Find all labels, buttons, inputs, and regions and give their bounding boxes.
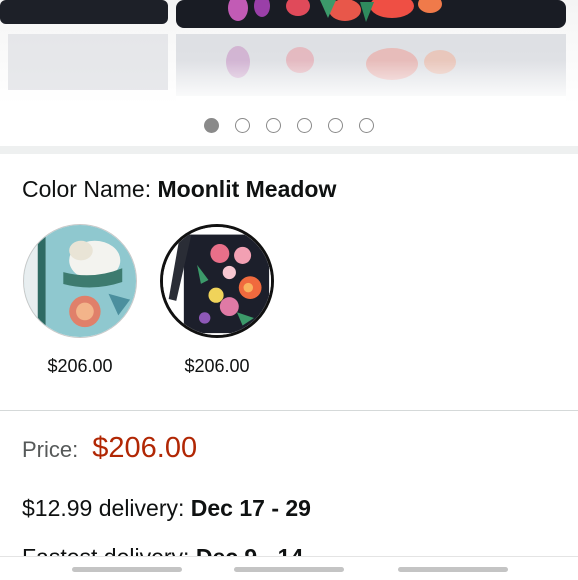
carousel-dot-5[interactable] bbox=[328, 117, 343, 133]
price-value: $206.00 bbox=[92, 432, 198, 464]
product-image[interactable] bbox=[0, 0, 578, 104]
color-name-line: Color Name: Moonlit Meadow bbox=[22, 176, 336, 203]
product-image-art bbox=[0, 0, 566, 104]
color-name-label: Color Name: bbox=[22, 176, 152, 202]
carousel-dot-4[interactable] bbox=[297, 117, 312, 133]
delivery-info: $12.99 delivery: Dec 17 - 29 bbox=[22, 495, 311, 522]
delivery-prefix: $12.99 delivery: bbox=[22, 495, 185, 521]
carousel-dot-1[interactable] bbox=[204, 117, 219, 133]
nav-handle-3[interactable] bbox=[398, 567, 508, 572]
color-swatch-moonlit-meadow[interactable] bbox=[160, 224, 274, 338]
nav-handle-1[interactable] bbox=[72, 567, 182, 572]
price-label: Price: bbox=[22, 437, 79, 462]
section-separator bbox=[0, 146, 578, 154]
price-row: Price: $206.00 bbox=[22, 432, 197, 465]
carousel-dot-2[interactable] bbox=[235, 117, 250, 133]
swatch-1-price: $206.00 bbox=[47, 356, 113, 376]
section-divider bbox=[0, 410, 578, 411]
color-swatch-1[interactable] bbox=[23, 224, 137, 338]
delivery-dates: Dec 17 - 29 bbox=[190, 495, 311, 521]
swatch-1-image bbox=[24, 225, 136, 337]
carousel-dot-3[interactable] bbox=[266, 117, 281, 133]
bottom-navigation bbox=[0, 556, 578, 580]
swatch-2-price: $206.00 bbox=[184, 356, 250, 376]
carousel-dot-6[interactable] bbox=[359, 117, 374, 133]
swatch-2-image bbox=[163, 227, 271, 335]
color-name-value: Moonlit Meadow bbox=[157, 176, 337, 202]
image-carousel-dots bbox=[0, 104, 578, 146]
nav-handle-2[interactable] bbox=[234, 567, 344, 572]
